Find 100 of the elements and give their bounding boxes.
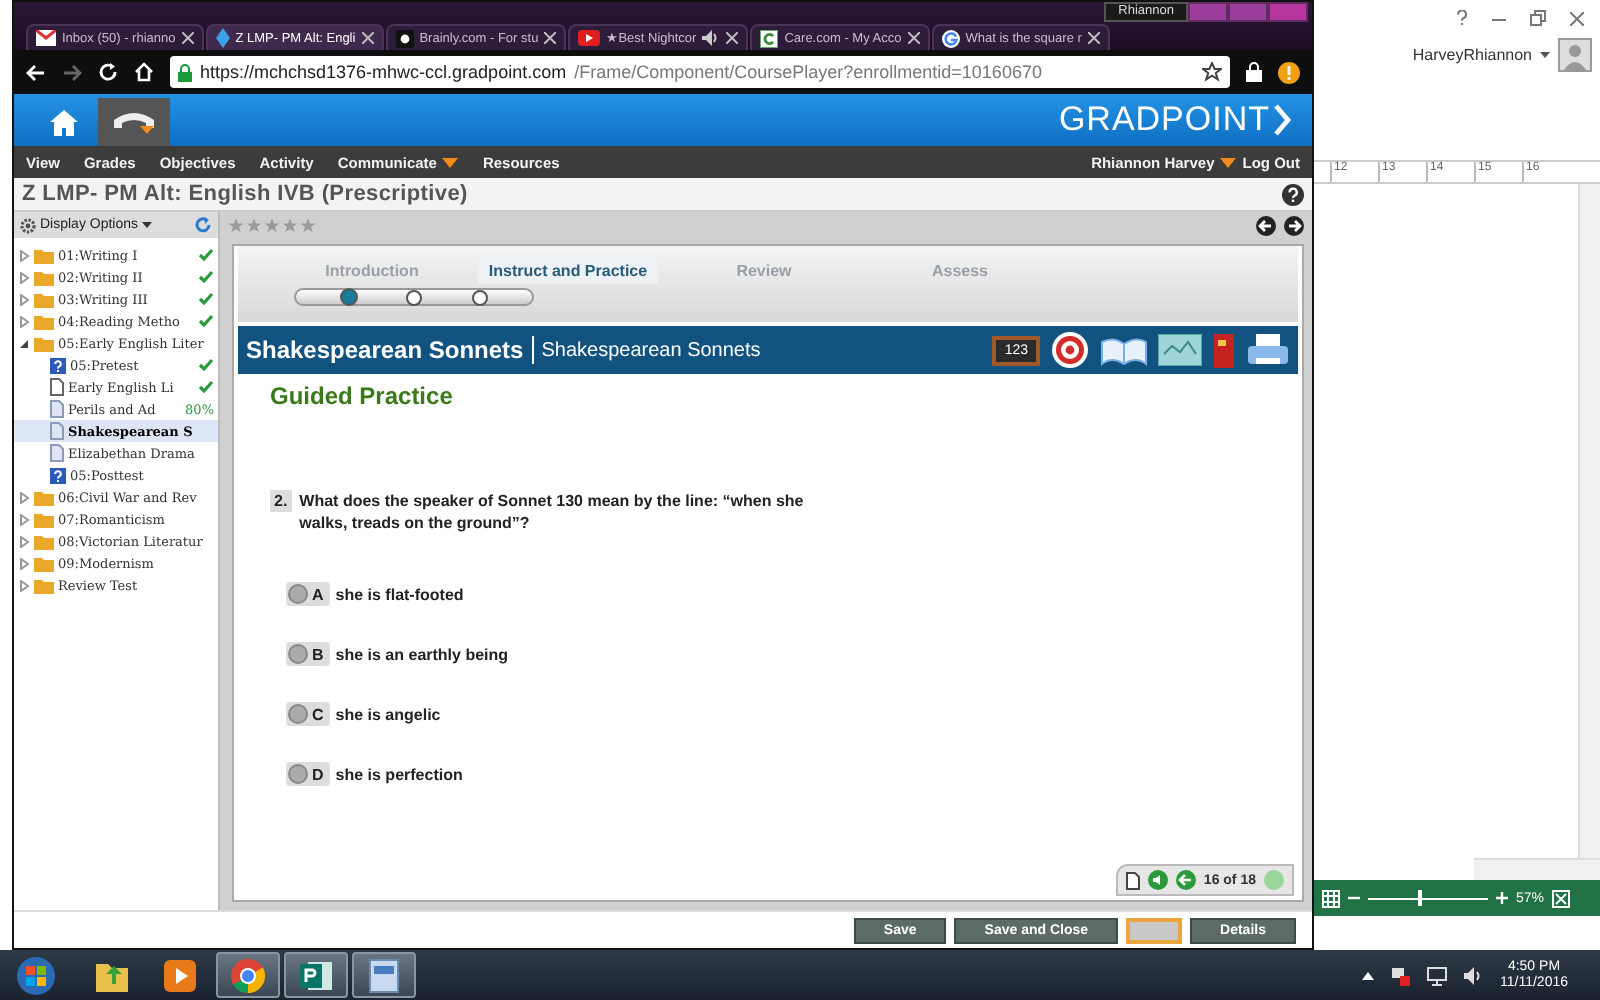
target-icon[interactable] <box>1050 330 1090 370</box>
close-icon[interactable] <box>1570 11 1584 25</box>
back-icon[interactable] <box>26 63 46 81</box>
network-icon[interactable] <box>1426 965 1448 985</box>
speaker-icon[interactable] <box>1147 870 1168 890</box>
answer-option[interactable]: C she is angelic <box>286 702 1298 726</box>
g-logo-icon <box>941 29 960 47</box>
horizontal-scrollbar[interactable] <box>1474 858 1600 880</box>
step-dot[interactable] <box>471 289 488 305</box>
rating-star-icon[interactable] <box>300 218 316 234</box>
forward-arrow-icon[interactable] <box>1284 216 1304 236</box>
question-text: What does the speaker of Sonnet 130 mean by the line: “when she walks, treads on the ground”? <box>299 490 806 534</box>
answer-option[interactable]: B she is an earthly being <box>286 642 1298 666</box>
close-icon[interactable] <box>181 32 194 44</box>
play-icon <box>164 959 196 991</box>
account-name[interactable]: HarveyRhiannon <box>1412 45 1532 63</box>
option-letter: A <box>312 585 324 603</box>
page-icon <box>50 378 64 396</box>
lock-icon[interactable] <box>1246 62 1262 82</box>
page-icon[interactable] <box>1125 871 1140 889</box>
show-hidden-icons-icon[interactable] <box>1362 971 1374 979</box>
close-icon[interactable] <box>907 32 920 44</box>
gradpoint-logo: GRADPOINT <box>1058 100 1292 140</box>
open-book-icon[interactable] <box>1100 332 1148 368</box>
windows-logo-icon <box>16 955 56 995</box>
home-icon <box>50 109 78 135</box>
star-icon[interactable] <box>1202 62 1222 82</box>
back-arrow-icon[interactable] <box>1256 216 1276 236</box>
taskbar-app-button[interactable] <box>216 952 280 998</box>
close-icon[interactable] <box>544 32 557 44</box>
option-text: she is perfection <box>335 765 463 783</box>
rating-star-icon[interactable] <box>264 218 280 234</box>
step-dot[interactable] <box>406 289 423 305</box>
diamond-icon <box>215 28 230 48</box>
play-icon <box>578 30 601 46</box>
volume-icon[interactable] <box>1464 965 1484 985</box>
section-heading: Guided Practice <box>270 382 455 410</box>
taskbar-app-button[interactable] <box>284 952 348 998</box>
fit-icon[interactable] <box>1552 889 1571 907</box>
question-icon <box>50 467 66 483</box>
vertical-scrollbar[interactable] <box>1578 184 1600 858</box>
address-field[interactable]: https://mchchsd1376-mhwc-ccl.gradpoint.com /Frame/Component/CoursePlayer?enrollmentid=10160670 <box>170 56 1230 88</box>
printer-icon[interactable] <box>1246 332 1290 368</box>
course-tab[interactable] <box>98 98 170 146</box>
home-icon[interactable] <box>134 62 154 82</box>
collapse-arrow-icon[interactable] <box>18 337 30 349</box>
start-button[interactable] <box>12 953 60 997</box>
graduation-cap-icon <box>112 108 156 136</box>
answer-option[interactable]: D she is perfection <box>286 762 1298 786</box>
url-path: /Frame/Component/CoursePlayer?enrollmentid=10160670 <box>574 62 1042 82</box>
close-icon[interactable] <box>1087 32 1100 44</box>
dropdown-caret-icon[interactable] <box>1220 157 1237 167</box>
flag-icon[interactable] <box>1390 965 1410 985</box>
option-text: she is flat-footed <box>335 585 464 603</box>
books-icon[interactable] <box>1212 330 1236 370</box>
restore-icon[interactable] <box>1530 10 1546 26</box>
page-layout-icon[interactable] <box>1322 889 1340 907</box>
gear-icon <box>20 217 36 233</box>
phase-tab[interactable]: Instruct and Practice <box>478 258 658 284</box>
chevron-icon <box>1274 104 1292 136</box>
question-number: 2. <box>270 490 292 512</box>
option-letter: D <box>312 765 324 783</box>
rating-star-icon[interactable] <box>228 218 244 234</box>
url-host: https://mchchsd1376-mhwc-ccl.gradpoint.com <box>200 62 567 82</box>
rating-star-icon[interactable] <box>246 218 262 234</box>
course-title: Z LMP- PM Alt: English IVB (Prescriptive) <box>22 182 468 206</box>
previous-icon[interactable] <box>1175 870 1196 890</box>
document-icon <box>368 957 400 993</box>
radio-button[interactable] <box>288 704 308 724</box>
reload-icon[interactable] <box>98 62 118 82</box>
caret-icon[interactable] <box>1540 51 1550 57</box>
lesson-title: Shakespearean Sonnets <box>246 336 534 364</box>
taskbar-app-button[interactable] <box>352 952 416 998</box>
zoom-in-icon[interactable] <box>1496 892 1508 904</box>
zoom-slider[interactable] <box>1368 890 1488 906</box>
extension-icon[interactable] <box>1278 61 1300 83</box>
option-text: she is an earthly being <box>335 645 509 663</box>
radio-button[interactable] <box>288 644 308 664</box>
zoom-thumb[interactable] <box>1418 890 1423 906</box>
answer-option[interactable]: A she is flat-footed <box>286 582 1298 606</box>
option-letter: B <box>312 645 324 663</box>
rating-star-icon[interactable] <box>282 218 298 234</box>
refresh-icon[interactable] <box>194 216 212 234</box>
option-letter: C <box>312 705 324 723</box>
speaker-icon <box>702 30 721 46</box>
caret-icon[interactable] <box>142 222 153 228</box>
help-icon[interactable] <box>1282 183 1304 205</box>
radio-button[interactable] <box>288 584 308 604</box>
question-icon <box>50 357 66 373</box>
close-icon[interactable] <box>361 32 374 44</box>
mail-icon <box>36 30 56 46</box>
option-text: she is angelic <box>335 705 441 723</box>
browser-logo-icon <box>230 957 266 993</box>
radio-button[interactable] <box>288 764 308 784</box>
p-app-icon <box>298 957 334 993</box>
lock-icon <box>178 63 192 81</box>
close-icon[interactable] <box>726 32 739 44</box>
forward-icon[interactable] <box>62 63 82 81</box>
zoom-out-icon[interactable] <box>1348 892 1360 904</box>
step-dot[interactable] <box>340 288 359 306</box>
